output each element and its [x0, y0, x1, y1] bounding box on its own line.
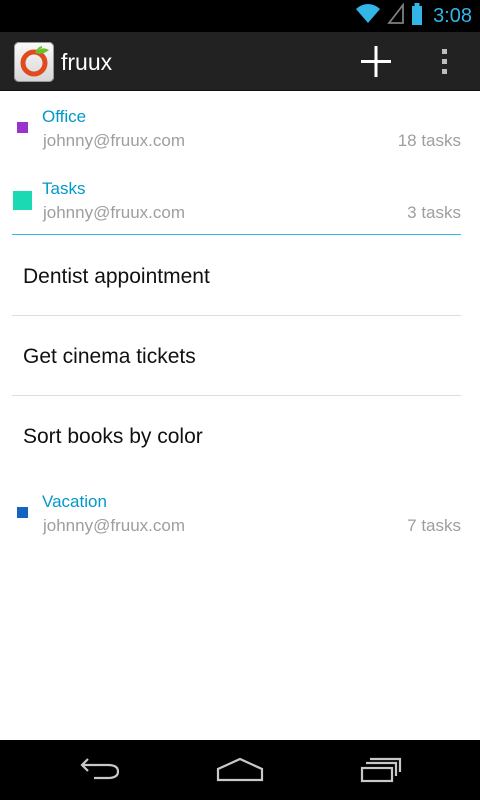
calendar-color-swatch	[17, 507, 28, 518]
overflow-menu-button[interactable]	[420, 32, 470, 90]
calendar-task-count: 3 tasks	[407, 203, 461, 222]
calendar-account: johnny@fruux.com	[43, 131, 185, 150]
overflow-menu-icon	[442, 49, 447, 74]
status-icons: 3:08	[355, 0, 472, 32]
app-title: fruux	[61, 49, 113, 75]
fruux-logo-icon[interactable]	[14, 42, 54, 82]
recent-apps-icon	[360, 757, 402, 783]
task-item[interactable]: Get cinema tickets	[0, 317, 480, 397]
calendar-header-tasks[interactable]: Tasks johnny@fruux.com 3 tasks	[0, 163, 480, 235]
back-button[interactable]	[60, 740, 140, 800]
battery-icon	[411, 2, 423, 31]
action-bar: fruux	[0, 32, 480, 91]
task-title: Get cinema tickets	[23, 345, 196, 368]
home-button[interactable]	[200, 740, 280, 800]
add-button[interactable]	[350, 32, 402, 90]
task-title: Sort books by color	[23, 425, 203, 448]
calendar-name: Vacation	[42, 492, 107, 511]
wifi-icon	[355, 3, 381, 30]
home-icon	[216, 757, 264, 782]
calendar-name: Office	[42, 107, 87, 126]
signal-icon	[387, 1, 405, 30]
calendar-header-vacation[interactable]: Vacation johnny@fruux.com 7 tasks	[0, 477, 480, 547]
list-divider	[12, 315, 461, 316]
calendar-account: johnny@fruux.com	[43, 203, 185, 222]
calendar-name: Tasks	[42, 179, 86, 198]
calendar-task-count: 7 tasks	[407, 516, 461, 535]
screen: 3:08 fruux Office johnny@fruux.com 18 ta…	[0, 0, 480, 800]
calendar-divider	[12, 234, 461, 235]
calendar-task-count: 18 tasks	[397, 131, 461, 150]
calendar-header-office[interactable]: Office johnny@fruux.com 18 tasks	[0, 91, 480, 161]
status-time: 3:08	[433, 5, 472, 27]
back-icon	[80, 758, 120, 780]
task-item[interactable]: Dentist appointment	[0, 237, 480, 317]
list-divider	[12, 395, 461, 396]
recent-apps-button[interactable]	[342, 740, 422, 800]
navigation-bar	[0, 740, 480, 800]
calendar-account: johnny@fruux.com	[43, 516, 185, 535]
add-icon	[361, 46, 391, 77]
task-item[interactable]: Sort books by color	[0, 397, 480, 477]
calendar-color-swatch	[13, 191, 32, 210]
calendar-color-swatch	[17, 122, 28, 133]
status-bar: 3:08	[0, 0, 480, 32]
task-title: Dentist appointment	[23, 265, 210, 288]
